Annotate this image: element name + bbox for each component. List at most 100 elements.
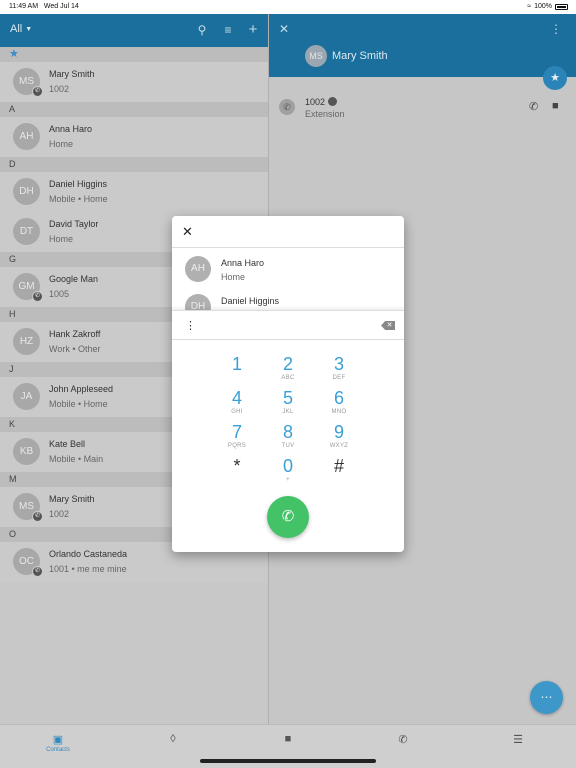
status-bar: 11:49 AM Wed Jul 14 ≈ 100% [0, 0, 576, 14]
avatar-initials: KB [19, 446, 34, 457]
tab-contacts-label: Contacts [46, 747, 70, 753]
dialpad-icon: ⋯ [540, 690, 553, 704]
message-icon[interactable]: ■ [552, 100, 559, 112]
avatar-initials: AH [19, 131, 34, 142]
dial-key[interactable]: 2 ABC [268, 354, 308, 382]
home-indicator [200, 759, 376, 763]
number-row[interactable]: ✆ 1002 Extension ✆ ■ [269, 92, 576, 128]
dial-key[interactable]: 8 TUV [268, 422, 308, 450]
contacts-header: All ▼ ⚲ ≡ + [0, 14, 268, 47]
backspace-icon[interactable]: ✕ [381, 321, 395, 330]
dial-key-letters: + [286, 477, 290, 483]
dial-key-digit: * [233, 456, 241, 476]
tab-voicemail[interactable]: ◊ [158, 733, 188, 745]
dial-key[interactable]: 5 JKL [268, 388, 308, 416]
call-icon[interactable]: ✆ [529, 100, 538, 113]
extension-badge-icon: ✆ [32, 291, 43, 302]
dial-key[interactable]: 1 [217, 354, 257, 374]
dial-key-digit: 5 [282, 388, 293, 408]
tab-chat[interactable]: ■ [273, 733, 303, 745]
dial-key[interactable]: 9 WXYZ [319, 422, 359, 450]
dial-key-digit: 4 [231, 388, 242, 408]
section-header: A [0, 102, 268, 117]
avatar-initials: DH [19, 186, 34, 197]
dialpad-button[interactable]: ⋯ [530, 681, 563, 714]
dial-key[interactable]: 0 + [268, 456, 308, 484]
avatar-initials: HZ [19, 336, 34, 347]
suggestion-item[interactable]: AH Anna Haro Home [172, 252, 404, 290]
dial-key[interactable]: 3 DEF [319, 354, 359, 382]
avatar: AH [13, 123, 40, 150]
contact-sub: 1005 [49, 289, 70, 299]
section-header: D [0, 157, 268, 172]
chat-icon: ■ [284, 733, 292, 745]
suggestion-list: AH Anna Haro Home DH Daniel Higgins [172, 248, 404, 310]
dial-key-digit: 2 [282, 354, 293, 374]
voicemail-icon: ◊ [170, 733, 176, 745]
more-vert-icon[interactable]: ⋮ [550, 22, 562, 36]
dial-key-digit: 8 [282, 422, 293, 442]
extension-badge-icon: ✆ [32, 566, 43, 577]
avatar-initials: DT [19, 226, 34, 237]
call-button[interactable]: ✆ [267, 496, 309, 538]
sort-icon[interactable]: ≡ [221, 23, 235, 37]
contact-row[interactable]: AH Anna Haro Home [0, 117, 268, 157]
dial-key-digit: 1 [231, 354, 242, 374]
dial-key[interactable]: 6 MNO [319, 388, 359, 416]
contact-sub: Home [49, 139, 74, 149]
contacts-icon: ▣ [52, 734, 64, 746]
contact-sub: Mobile • Main [49, 454, 104, 464]
contact-sub: Mobile • Home [49, 194, 108, 204]
dial-key[interactable]: 7 PQRS [217, 422, 257, 450]
detail-number: 1002 [305, 97, 326, 107]
detail-number-label: Extension [305, 109, 345, 119]
contact-name: Daniel Higgins [49, 179, 108, 189]
contact-sub: Work • Other [49, 344, 101, 354]
contact-name: Anna Haro [49, 124, 93, 134]
avatar: JA [13, 383, 40, 410]
avatar: OC ✆ [13, 548, 43, 577]
close-icon[interactable]: ✕ [279, 22, 289, 36]
suggestion-avatar: DH [185, 294, 211, 310]
avatar: GM ✆ [13, 273, 43, 302]
search-icon[interactable]: ⚲ [195, 23, 209, 37]
suggestion-name: Anna Haro [221, 258, 265, 268]
contact-name: Mary Smith [49, 494, 95, 504]
extension-badge-icon [328, 97, 338, 106]
detail-header: ✕ ⋮ MS Mary Smith [269, 14, 576, 77]
tab-contacts[interactable]: ▣ Contacts [43, 733, 73, 753]
tab-call-history[interactable]: ✆ [388, 733, 418, 746]
contact-sub: 1002 [49, 509, 70, 519]
phone-icon: ✆ [279, 99, 295, 115]
add-contact-icon[interactable]: + [246, 22, 260, 37]
call-history-icon: ✆ [398, 734, 408, 746]
tab-menu[interactable]: ☰ [503, 733, 533, 746]
contact-row[interactable]: DH Daniel Higgins Mobile • Home [0, 172, 268, 212]
dial-key-digit: 9 [333, 422, 344, 442]
dial-key[interactable]: 4 GHI [217, 388, 257, 416]
filter-dropdown[interactable]: All ▼ [10, 23, 32, 35]
suggestion-item[interactable]: DH Daniel Higgins [172, 290, 404, 310]
suggestion-avatar: AH [185, 256, 211, 282]
more-vert-icon[interactable]: ⋮ [185, 319, 196, 332]
contact-row[interactable]: MS ✆ Mary Smith 1002 [0, 62, 268, 102]
contact-name: Mary Smith [49, 69, 95, 79]
dial-key[interactable]: # [319, 456, 359, 476]
dial-key[interactable]: * [217, 456, 257, 476]
avatar-initials: GM [18, 281, 35, 292]
detail-avatar: MS [305, 45, 327, 67]
avatar-initials: MS [19, 76, 34, 87]
dial-key-letters: MNO [331, 409, 347, 415]
dial-key-letters: GHI [231, 409, 243, 415]
dial-key-digit: 6 [333, 388, 344, 408]
avatar: MS ✆ [13, 68, 43, 97]
avatar: HZ [13, 328, 40, 355]
status-time: 11:49 AM Wed Jul 14 [9, 3, 79, 10]
dial-key-digit: 0 [282, 456, 293, 476]
dial-key-digit: # [333, 456, 344, 476]
favorite-star-button[interactable]: ★ [543, 66, 567, 90]
suggestion-name: Daniel Higgins [221, 296, 280, 306]
avatar-initials: JA [20, 391, 33, 402]
number-entry-bar[interactable]: ⋮ ✕ [172, 310, 404, 340]
close-dialpad-icon[interactable]: ✕ [182, 224, 193, 240]
